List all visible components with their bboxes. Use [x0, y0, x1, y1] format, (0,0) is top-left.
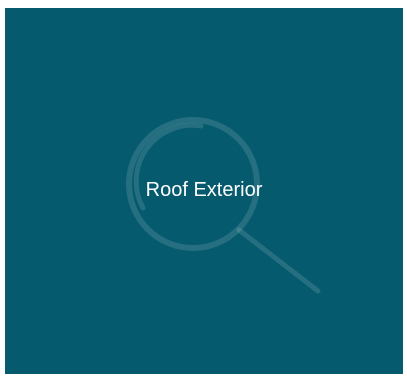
roof-exterior-tile[interactable]: Roof Exterior	[5, 8, 403, 374]
tile-label: Roof Exterior	[145, 179, 263, 201]
